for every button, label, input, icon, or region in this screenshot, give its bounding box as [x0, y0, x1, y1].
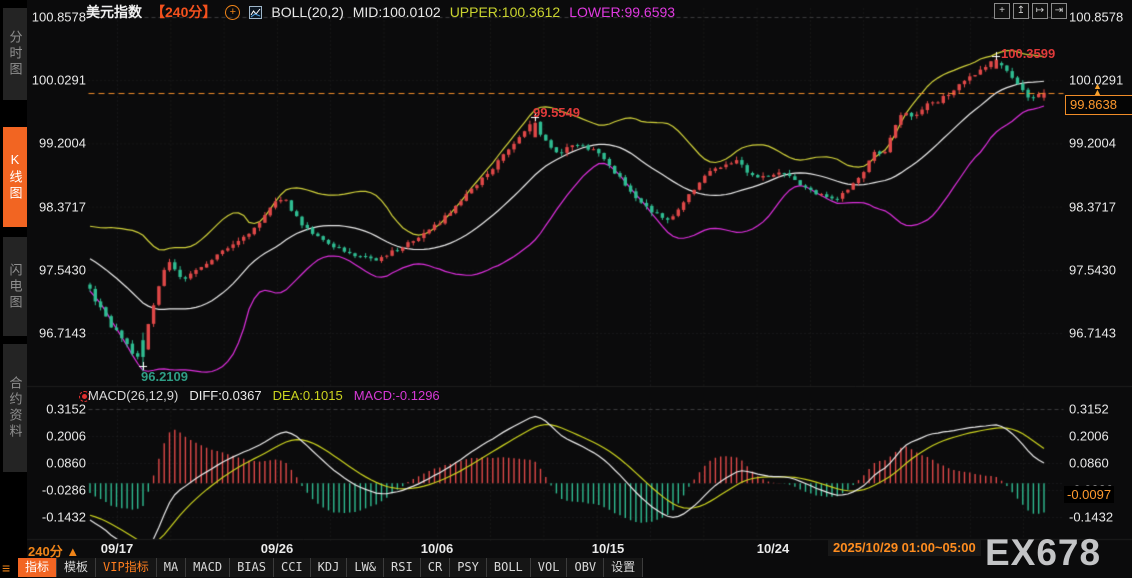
toolbar-item-6[interactable]: BIAS — [230, 558, 274, 577]
price-tick-left: 99.2004 — [39, 135, 86, 151]
toolbar-item-4[interactable]: MA — [157, 558, 187, 577]
toolbar-item-8[interactable]: KDJ — [311, 558, 348, 577]
indicator-toolbar: 指标 模板 VIP指标 MA MACD BIAS CCI KDJ LW& RSI CR PSY BOLL… — [18, 558, 644, 577]
scale-left-tool-icon[interactable]: ↥ — [1013, 3, 1029, 19]
current-macd-box: -0.0097 — [1064, 486, 1115, 503]
price-tick-left: 96.7143 — [39, 325, 86, 341]
boll-label: BOLL(20,2) — [271, 4, 344, 20]
price-tick-left: 100.8578 — [31, 9, 86, 25]
period-label: 【240分】 — [151, 4, 217, 20]
scale-right-tool-icon[interactable]: ↦ — [1032, 3, 1048, 19]
toolbar-item-1[interactable]: 指标 — [18, 558, 58, 577]
menu-icon[interactable]: ≡ — [2, 560, 10, 576]
price-tick-right: 97.5430 — [1069, 262, 1116, 278]
macd-tick-left: 0.0860 — [46, 455, 86, 471]
toolbar-item-15[interactable]: OBV — [567, 558, 605, 577]
pop-out-tool-icon[interactable]: ⇥ — [1051, 3, 1067, 19]
toolbar-item-5[interactable]: MACD — [186, 558, 231, 577]
crosshair-tool-icon[interactable]: + — [994, 3, 1010, 19]
macd-label: MACD(26,12,9) — [88, 388, 179, 403]
toolbar-item-13[interactable]: BOLL — [487, 558, 531, 577]
boll-mid-value: MID:100.0102 — [352, 4, 441, 20]
toolbar-item-7[interactable]: CCI — [274, 558, 311, 577]
sidebar-item-lightning-chart[interactable]: 闪电图 — [3, 237, 27, 336]
swing-high-annotation: 99.5549 — [533, 105, 580, 120]
sidebar-item-kline-chart[interactable]: K线图 — [3, 127, 27, 227]
sidebar-item-time-chart[interactable]: 分时图 — [3, 8, 27, 100]
boll-lower-value: LOWER:99.6593 — [569, 4, 676, 20]
candlestick-chart-canvas — [0, 0, 1132, 578]
price-tick-right: 99.2004 — [1069, 135, 1116, 151]
chart-thumbnail-icon[interactable] — [249, 5, 263, 19]
macd-tick-right: 0.2006 — [1069, 428, 1109, 444]
x-axis-date: 09/26 — [260, 541, 294, 556]
sidebar-item-contract-info[interactable]: 合约资料 — [3, 344, 27, 472]
toolbar-item-10[interactable]: RSI — [384, 558, 421, 577]
x-axis-date: 09/17 — [100, 541, 134, 556]
macd-diff-value: DIFF:0.0367 — [189, 388, 262, 403]
chart-header: 美元指数 【240分】 + BOLL(20,2) MID:100.0102 UP… — [86, 2, 675, 22]
high-price-annotation: 100.3599 — [1001, 46, 1056, 61]
macd-tick-right: 0.3152 — [1069, 401, 1109, 417]
chart-window: { "header": { "symbol": "美元指数", "period"… — [0, 0, 1132, 578]
macd-tick-left: 0.3152 — [46, 401, 86, 417]
price-tick-left: 97.5430 — [39, 262, 86, 278]
toolbar-item-12[interactable]: PSY — [450, 558, 487, 577]
toolbar-item-14[interactable]: VOL — [531, 558, 568, 577]
current-price-box: 99.8638 — [1065, 95, 1132, 115]
price-tick-right: 100.8578 — [1069, 9, 1124, 25]
macd-dea-value: DEA:0.1015 — [272, 388, 343, 403]
macd-tick-right: -0.1432 — [1069, 509, 1114, 525]
price-tick-right: 96.7143 — [1069, 325, 1116, 341]
macd-header: MACD(26,12,9) DIFF:0.0367 DEA:0.1015 MAC… — [88, 388, 440, 403]
price-tick-left: 98.3717 — [39, 199, 86, 215]
chart-toolbar-top-right: + ↥ ↦ ⇥ — [994, 3, 1067, 19]
x-axis-date: 10/06 — [420, 541, 454, 556]
macd-macd-value: MACD:-0.1296 — [353, 388, 440, 403]
price-up-arrow-icon: ▲ ▲ — [1093, 81, 1102, 97]
macd-tick-left: 0.2006 — [46, 428, 86, 444]
macd-tick-left: -0.1432 — [41, 509, 86, 525]
symbol-name: 美元指数 — [86, 4, 142, 20]
low-price-annotation: 96.2109 — [141, 369, 188, 384]
toolbar-item-2[interactable]: 模板 — [57, 558, 97, 577]
period-up-arrow-icon: ▲ — [66, 544, 80, 559]
x-axis-date: 10/24 — [756, 541, 790, 556]
price-tick-right: 98.3717 — [1069, 199, 1116, 215]
macd-tick-right: 0.0860 — [1069, 455, 1109, 471]
add-indicator-icon[interactable]: + — [225, 4, 241, 20]
toolbar-item-16[interactable]: 设置 — [604, 558, 644, 577]
current-bar-time: 2025/10/29 01:00~05:00 — [828, 539, 981, 556]
toolbar-item-11[interactable]: CR — [421, 558, 451, 577]
watermark-logo: EX678 — [985, 532, 1102, 573]
sidebar: 分时图 K线图闪电图合约资料 — [0, 0, 27, 578]
toolbar-item-3[interactable]: VIP指标 — [96, 558, 157, 577]
x-axis-date: 10/15 — [591, 541, 625, 556]
price-tick-left: 100.0291 — [31, 72, 86, 88]
macd-tick-left: -0.0286 — [41, 482, 86, 498]
toolbar-item-9[interactable]: LW& — [347, 558, 385, 577]
boll-upper-value: UPPER:100.3612 — [449, 4, 561, 20]
